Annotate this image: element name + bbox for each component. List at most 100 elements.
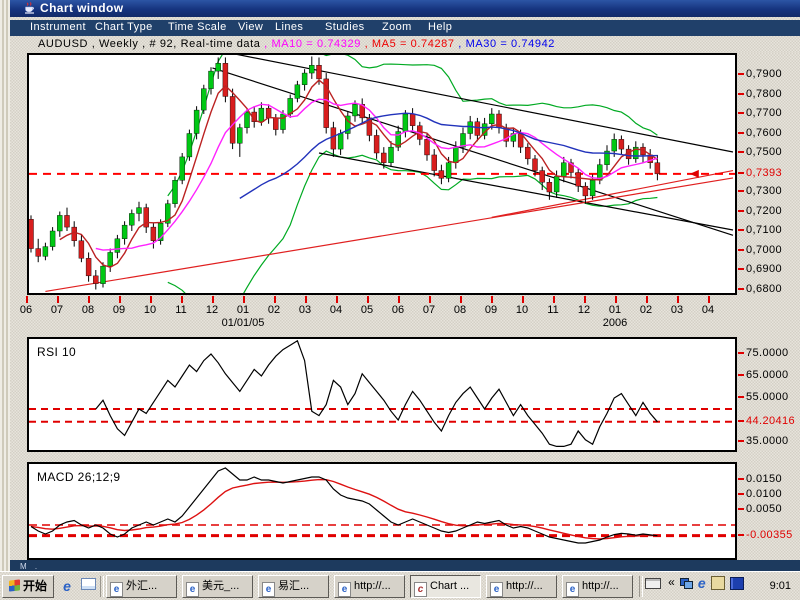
current-price-arrow bbox=[689, 169, 699, 178]
candle-body bbox=[172, 180, 178, 204]
candle-body bbox=[150, 226, 157, 241]
book-icon[interactable] bbox=[729, 576, 744, 590]
candle-body bbox=[582, 185, 589, 197]
tray-separator bbox=[639, 576, 643, 597]
axis-tick bbox=[738, 493, 744, 496]
candle-body bbox=[93, 275, 99, 284]
rsi-panel[interactable]: RSI 10 bbox=[27, 337, 737, 452]
macd-line bbox=[30, 467, 658, 544]
axis-tick bbox=[738, 171, 744, 174]
time-axis-tick bbox=[243, 296, 245, 303]
network-icon[interactable] bbox=[679, 577, 693, 589]
axis-tick bbox=[738, 478, 744, 481]
candle-body bbox=[265, 107, 272, 119]
task-button-0[interactable]: e 外汇... bbox=[106, 575, 177, 598]
time-axis-tick bbox=[429, 296, 431, 303]
candle-body bbox=[474, 121, 481, 136]
axis-tick bbox=[738, 287, 744, 290]
candle-body bbox=[611, 139, 617, 152]
status-ma10: , MA10 = 0.74329 bbox=[264, 38, 365, 50]
time-axis-tick bbox=[398, 296, 400, 303]
candle-body bbox=[373, 135, 380, 154]
axis-label-0,7600: 0,7600 bbox=[738, 127, 782, 139]
axis-label-75.0000: 75.0000 bbox=[738, 347, 789, 359]
trendline-4[interactable] bbox=[491, 169, 734, 218]
candle-body bbox=[330, 127, 337, 150]
menu-studies[interactable]: Studies bbox=[325, 21, 365, 33]
status-instrument: AUDUSD , Weekly , # 92, Real-time data bbox=[38, 38, 265, 50]
axis-label-0.0100: 0.0100 bbox=[738, 488, 782, 500]
time-axis-label: 08 bbox=[453, 304, 467, 316]
quicklaunch-outlook-icon[interactable] bbox=[79, 577, 97, 595]
task-button-6[interactable]: e http://... bbox=[562, 575, 633, 598]
axis-tick bbox=[738, 229, 744, 232]
trendline-0[interactable] bbox=[233, 55, 734, 153]
ie-page-icon: e bbox=[490, 582, 503, 597]
candle-body bbox=[352, 104, 358, 117]
collapse-chevron-icon[interactable]: « bbox=[668, 575, 675, 589]
task-button-3[interactable]: e http://... bbox=[334, 575, 405, 598]
ie-page-icon: e bbox=[110, 582, 123, 597]
time-axis-tick bbox=[336, 296, 338, 303]
axis-tick bbox=[738, 419, 744, 422]
axis-tick bbox=[738, 209, 744, 212]
candle-body bbox=[78, 240, 85, 259]
trendline-1[interactable] bbox=[212, 67, 734, 236]
axis-tick bbox=[738, 374, 744, 377]
time-axis-label: 05 bbox=[360, 304, 374, 316]
task-button-5[interactable]: e http://... bbox=[486, 575, 557, 598]
trendline-3[interactable] bbox=[45, 177, 734, 293]
candle-body bbox=[186, 133, 193, 158]
candle-body bbox=[654, 162, 661, 175]
candle-body bbox=[42, 246, 49, 257]
keyboard-icon[interactable] bbox=[645, 577, 661, 589]
task-button-1[interactable]: e 美元_... bbox=[182, 575, 253, 598]
candle-body bbox=[409, 113, 416, 126]
task-button-4[interactable]: c Chart ... bbox=[410, 575, 481, 598]
time-axis-tick bbox=[677, 296, 679, 303]
axis-tick bbox=[738, 533, 744, 536]
price-chart-panel[interactable] bbox=[27, 53, 737, 295]
quicklaunch-ie-icon[interactable]: e bbox=[58, 577, 76, 595]
time-axis-label: 02 bbox=[639, 304, 653, 316]
menu-view[interactable]: View bbox=[238, 21, 263, 33]
rsi-chart bbox=[29, 339, 735, 447]
ie-icon[interactable]: e bbox=[698, 575, 706, 591]
menu-instrument[interactable]: Instrument bbox=[30, 21, 86, 33]
time-axis-tick bbox=[460, 296, 462, 303]
menu-chart-type[interactable]: Chart Type bbox=[95, 21, 153, 33]
window-titlebar[interactable]: Chart window bbox=[10, 0, 800, 17]
start-button[interactable]: 开始 bbox=[2, 575, 54, 598]
candle-body bbox=[49, 230, 56, 247]
time-axis-tick bbox=[119, 296, 121, 303]
trendline-2[interactable] bbox=[318, 152, 734, 231]
candle-body bbox=[618, 139, 625, 150]
menu-lines[interactable]: Lines bbox=[275, 21, 303, 33]
time-axis-label: 07 bbox=[50, 304, 64, 316]
task-button-label: 易汇... bbox=[278, 580, 310, 592]
time-axis-tick bbox=[181, 296, 183, 303]
time-axis-label: 10 bbox=[515, 304, 529, 316]
ie-page-icon: e bbox=[566, 582, 579, 597]
task-button-label: 美元_... bbox=[202, 580, 240, 592]
rsi-line bbox=[95, 339, 658, 447]
time-axis-tick bbox=[305, 296, 307, 303]
time-axis-tick bbox=[150, 296, 152, 303]
axis-label-0,6800: 0,6800 bbox=[738, 283, 782, 295]
candle-body bbox=[445, 162, 452, 179]
candle-body bbox=[35, 248, 41, 257]
axis-tick bbox=[738, 352, 744, 355]
scheduler-icon[interactable] bbox=[710, 576, 725, 591]
candle-body bbox=[57, 215, 63, 232]
task-button-2[interactable]: e 易汇... bbox=[258, 575, 329, 598]
macd-panel[interactable]: MACD 26;12;9 bbox=[27, 462, 737, 560]
menu-help[interactable]: Help bbox=[428, 21, 452, 33]
candle-body bbox=[453, 146, 459, 163]
time-axis-label: 01 bbox=[608, 304, 622, 316]
candle-body bbox=[208, 70, 214, 89]
axis-tick bbox=[738, 396, 744, 399]
screen: Chart window Instrument Chart Type Time … bbox=[0, 0, 800, 600]
menu-zoom[interactable]: Zoom bbox=[382, 21, 412, 33]
start-label: 开始 bbox=[22, 579, 47, 593]
menu-time-scale[interactable]: Time Scale bbox=[168, 21, 227, 33]
